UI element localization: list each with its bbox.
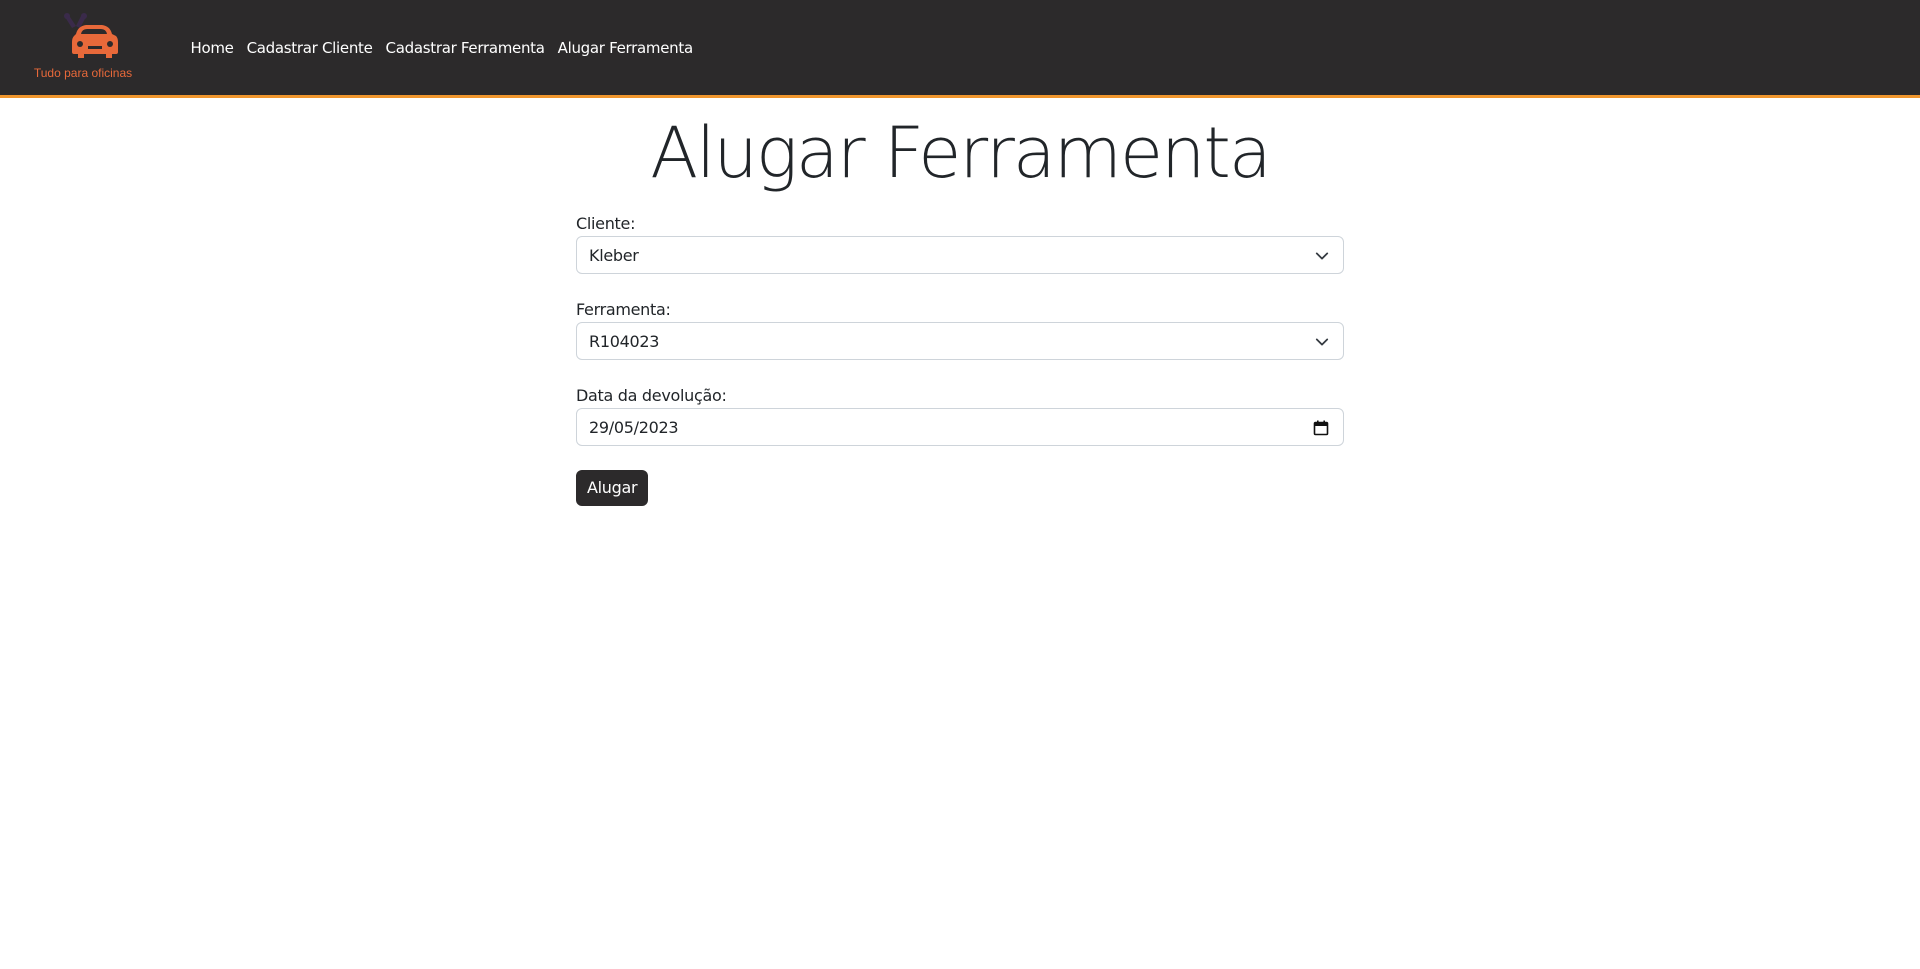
nav-link-cadastrar-cliente[interactable]: Cadastrar Cliente (240, 37, 379, 59)
chevron-down-icon (1315, 338, 1329, 346)
cliente-field-group: Cliente: Kleber (576, 212, 1344, 298)
nav-links: Home Cadastrar Cliente Cadastrar Ferrame… (184, 37, 699, 59)
ferramenta-select[interactable]: R104023 (576, 322, 1344, 360)
calendar-icon[interactable] (1313, 420, 1329, 436)
nav-link-alugar-ferramenta[interactable]: Alugar Ferramenta (551, 37, 699, 59)
cliente-select-value: Kleber (589, 245, 639, 265)
top-navbar: Tudo para oficinas Home Cadastrar Client… (0, 0, 1920, 98)
nav-link-cadastrar-ferramenta[interactable]: Cadastrar Ferramenta (379, 37, 551, 59)
alugar-submit-button[interactable]: Alugar (576, 470, 649, 506)
cliente-label: Cliente: (576, 214, 636, 233)
ferramenta-select-value: R104023 (589, 331, 660, 351)
data-devolucao-label: Data da devolução: (576, 386, 727, 405)
ferramenta-label: Ferramenta: (576, 300, 671, 319)
nav-link-home[interactable]: Home (184, 37, 240, 59)
cliente-select[interactable]: Kleber (576, 236, 1344, 274)
data-devolucao-field-group: Data da devolução: 29/05/2023 (576, 384, 1344, 470)
data-devolucao-value: 29/05/2023 (589, 417, 679, 437)
brand-logo-link[interactable]: Tudo para oficinas (30, 8, 136, 84)
rent-tool-form: Cliente: Kleber Ferramenta: R104023 Data… (576, 212, 1344, 506)
ferramenta-field-group: Ferramenta: R104023 (576, 298, 1344, 384)
data-devolucao-date-input[interactable]: 29/05/2023 (576, 408, 1344, 446)
chevron-down-icon (1315, 252, 1329, 260)
page-title: Alugar Ferramenta (650, 112, 1272, 194)
car-tools-logo-icon (64, 13, 118, 58)
brand-tagline: Tudo para oficinas (33, 66, 133, 80)
